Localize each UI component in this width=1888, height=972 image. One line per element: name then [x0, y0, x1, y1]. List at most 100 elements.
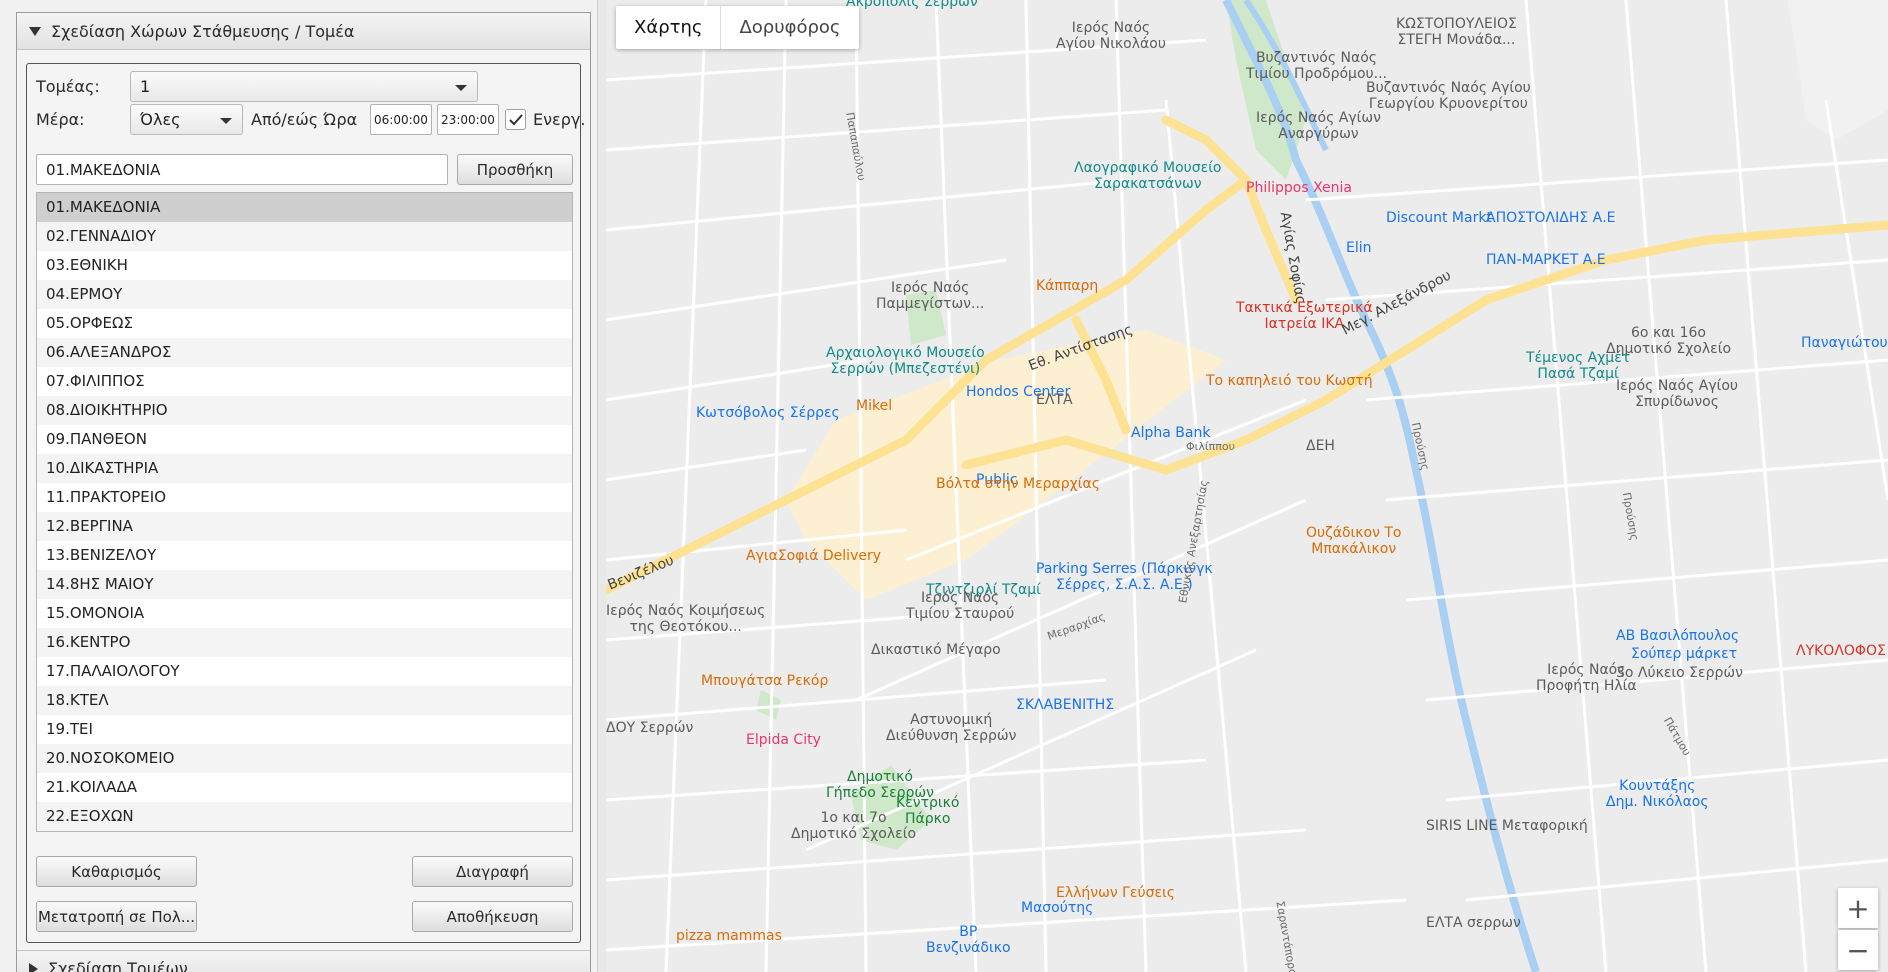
accordion: Σχεδίαση Χώρων Στάθμευσης / Τομέα Τομέας… [16, 12, 591, 972]
map-place-label[interactable]: Ιερός Ναός Αγίου Σπυρίδωνος [1616, 378, 1738, 410]
map-place-label[interactable]: ΚΩΣΤΟΠΟΥΛΕΙΟΣ ΣΤΕΓΗ Μονάδα... [1396, 16, 1517, 48]
list-item[interactable]: 21.ΚΟΙΛΑΔΑ [37, 773, 572, 802]
list-item[interactable]: 05.ΟΡΦΕΩΣ [37, 309, 572, 338]
map-place-label[interactable]: Elpida City [746, 732, 821, 748]
street-label: Φιλίππου [1186, 440, 1235, 453]
map-place-label[interactable]: Δικαστικό Μέγαρο [871, 642, 1001, 658]
list-item[interactable]: 16.ΚΕΝΤΡΟ [37, 628, 572, 657]
map-place-label[interactable]: Παναγιώτου [1801, 335, 1888, 351]
clear-button[interactable]: Καθαρισμός [36, 856, 197, 887]
zoom-out-button[interactable]: − [1838, 930, 1878, 970]
map-place-label[interactable]: Discount Markt [1386, 210, 1492, 226]
map-place-label[interactable]: Ακρόπολις Σερρών [846, 0, 978, 10]
list-item[interactable]: 15.ΟΜΟΝΟΙΑ [37, 599, 572, 628]
left-panel: Σχεδίαση Χώρων Στάθμευσης / Τομέα Τομέας… [0, 0, 598, 972]
map-place-label[interactable]: ΕΛΤΑ σερρων [1426, 915, 1521, 931]
map-place-label[interactable]: Αστυνομική Διεύθυνση Σερρών [886, 712, 1016, 744]
time-label: Από/εώς Ώρα [251, 110, 358, 129]
map-place-label[interactable]: Βόλτα στην Μεραρχίας [936, 476, 1100, 492]
sector-select[interactable]: 1 [130, 71, 478, 102]
map-place-label[interactable]: ΑΠΟΣΤΟΛΙΔΗΣ Α.Ε [1486, 210, 1616, 226]
bottom-section-title: Σχεδίαση Τομέων [48, 959, 188, 972]
map-place-label[interactable]: Ουζάδικον Το Μπακάλικον [1306, 525, 1401, 557]
map-place-label[interactable]: ΔΕΗ [1306, 438, 1335, 454]
map-place-label[interactable]: ΕΛΤΑ [1036, 392, 1073, 408]
list-item[interactable]: 11.ΠΡΑΚΤΟΡΕΙΟ [37, 483, 572, 512]
add-button[interactable]: Προσθήκη [457, 154, 573, 185]
list-item[interactable]: 14.8ΗΣ ΜΑΙΟΥ [37, 570, 572, 599]
map-place-label[interactable]: 1ο και 7ο Δημοτικό Σχολείο [791, 810, 916, 842]
save-button[interactable]: Αποθήκευση [412, 901, 573, 932]
day-label: Μέρα: [36, 110, 85, 129]
map-place-label[interactable]: SIRIS LINE Μεταφορική [1426, 818, 1588, 834]
map-place-label[interactable]: Λαογραφικό Μουσείο Σαρακατσάνων [1074, 160, 1222, 192]
expand-arrow-icon [29, 26, 41, 36]
list-item[interactable]: 18.ΚΤΕΛ [37, 686, 572, 715]
list-item[interactable]: 08.ΔΙΟΙΚΗΤΗΡΙΟ [37, 396, 572, 425]
list-item[interactable]: 07.ΦΙΛΙΠΠΟΣ [37, 367, 572, 396]
map-place-label[interactable]: BP Βενζινάδικο [926, 924, 1011, 956]
map-place-label[interactable]: Ιερός Ναός Παμμεγίστων... [876, 280, 984, 312]
list-item[interactable]: 19.ΤΕΙ [37, 715, 572, 744]
list-item[interactable]: 02.ΓΕΝΝΑΔΙΟΥ [37, 222, 572, 251]
map-place-label[interactable]: Σούπερ μάρκετ [1631, 646, 1737, 662]
map-place-label[interactable]: Τέμενος Αχμέτ Πασά Τζαμί [1526, 350, 1630, 382]
zoom-in-button[interactable]: + [1838, 888, 1878, 928]
map-place-label[interactable]: AB Βασιλόπουλος [1616, 628, 1739, 644]
list-item[interactable]: 03.ΕΘΝΙΚΗ [37, 251, 572, 280]
sector-label: Τομέας: [36, 77, 100, 96]
map-place-label[interactable]: Το καπηλειό του Κωστή [1206, 373, 1373, 389]
list-item[interactable]: 04.ΕΡΜΟΥ [37, 280, 572, 309]
map-place-label[interactable]: Κάππαρη [1036, 278, 1098, 294]
convert-to-polygon-button[interactable]: Μετατροπή σε Πολ... [36, 901, 197, 932]
map-place-label[interactable]: Elin [1346, 240, 1372, 256]
map-place-label[interactable]: ΔΟΥ Σερρών [606, 720, 693, 736]
list-item[interactable]: 12.ΒΕΡΓΙΝΑ [37, 512, 572, 541]
map-place-label[interactable]: Ιερός Ναός Αγίων Αναργύρων [1256, 110, 1381, 142]
list-item[interactable]: 10.ΔΙΚΑΣΤΗΡΙΑ [37, 454, 572, 483]
map-view[interactable]: Χάρτης Δορυφόρος Ακρόπολις Σερρών Ιερός Ν… [606, 0, 1888, 972]
map-place-label[interactable]: Philippos Xenia [1246, 180, 1352, 196]
map-place-label[interactable]: ΛΥΚΟΛΟΦΟΣ [1796, 643, 1886, 659]
map-place-label[interactable]: Αρχαιολογικό Μουσείο Σερρών (Μπεζεστένι) [826, 345, 985, 377]
collapse-arrow-icon [29, 962, 38, 972]
list-item[interactable]: 22.ΕΞΟΧΩΝ [37, 802, 572, 831]
list-item[interactable]: 17.ΠΑΛΑΙΟΛΟΓΟΥ [37, 657, 572, 686]
map-place-label[interactable]: pizza mammas [676, 928, 782, 944]
section-header-sectors[interactable]: Σχεδίαση Τομέων [17, 950, 590, 972]
map-place-label[interactable]: Ελλήνων Γεύσεις [1056, 885, 1175, 901]
day-value: Όλες [140, 110, 181, 129]
map-place-label[interactable]: Ιερός Ναός Τιμίου Σταυρού [906, 590, 1014, 622]
map-place-label[interactable]: Μασούτης [1021, 900, 1093, 916]
map-place-label[interactable]: Ιερός Ναός Κοιμήσεως της Θεοτόκου... [606, 603, 765, 635]
sector-list[interactable]: 01.ΜΑΚΕΔΟΝΙΑ 02.ΓΕΝΝΑΔΙΟΥ 03.ΕΘΝΙΚΗ 04.ΕΡΜΟ… [36, 192, 573, 832]
active-label: Ενεργ. [533, 110, 586, 129]
active-checkbox[interactable] [505, 109, 526, 130]
map-place-label[interactable]: Alpha Bank [1131, 425, 1210, 441]
map-place-label[interactable]: Ιερός Ναός Αγίου Νικολάου [1056, 20, 1166, 52]
map-place-label[interactable]: Κωτσόβολος Σέρρες [696, 405, 840, 421]
time-from-input[interactable]: 06:00:00 [370, 104, 432, 135]
list-item[interactable]: 06.ΑΛΕΞΑΝΔΡΟΣ [37, 338, 572, 367]
list-item[interactable]: 13.ΒΕΝΙΖΕΛΟΥ [37, 541, 572, 570]
map-place-label[interactable]: Ιερός Ναός Προφήτη Ηλία [1536, 662, 1637, 694]
day-select[interactable]: Όλες [130, 104, 243, 135]
list-item[interactable]: 09.ΠΑΝΘΕΟΝ [37, 425, 572, 454]
tab-map[interactable]: Χάρτης [616, 6, 720, 49]
map-place-label[interactable]: Βυζαντινός Ναός Αγίου Γεωργίου Κρυονερίτ… [1366, 80, 1531, 112]
map-place-label[interactable]: ΠΑΝ-ΜΑΡΚΕΤ Α.Ε [1486, 252, 1606, 268]
tab-satellite[interactable]: Δορυφόρος [720, 6, 858, 49]
map-place-label[interactable]: Κουντάξης Δημ. Νικόλαος [1606, 778, 1709, 810]
map-place-label[interactable]: Βυζαντινός Ναός Τιμίου Προδρόμου... [1246, 50, 1387, 82]
list-item[interactable]: 20.ΝΟΣΟΚΟΜΕΙΟ [37, 744, 572, 773]
parking-editor: Τομέας: 1 Μέρα: Όλες Από/εώς Ώρα 06:00:0… [26, 63, 585, 943]
section-header-parking[interactable]: Σχεδίαση Χώρων Στάθμευσης / Τομέα [17, 13, 590, 50]
time-to-input[interactable]: 23:00:00 [437, 104, 499, 135]
map-place-label[interactable]: Mikel [856, 398, 892, 414]
map-place-label[interactable]: ΑγιαΣοφιά Delivery [746, 548, 881, 564]
name-input[interactable]: 01.ΜΑΚΕΔΟΝΙΑ [36, 154, 448, 185]
map-place-label[interactable]: Μπουγάτσα Ρεκόρ [701, 673, 828, 689]
map-place-label[interactable]: ΣΚΛΑΒΕΝΙΤΗΣ [1016, 697, 1114, 713]
list-item[interactable]: 01.ΜΑΚΕΔΟΝΙΑ [37, 193, 572, 222]
delete-button[interactable]: Διαγραφή [412, 856, 573, 887]
